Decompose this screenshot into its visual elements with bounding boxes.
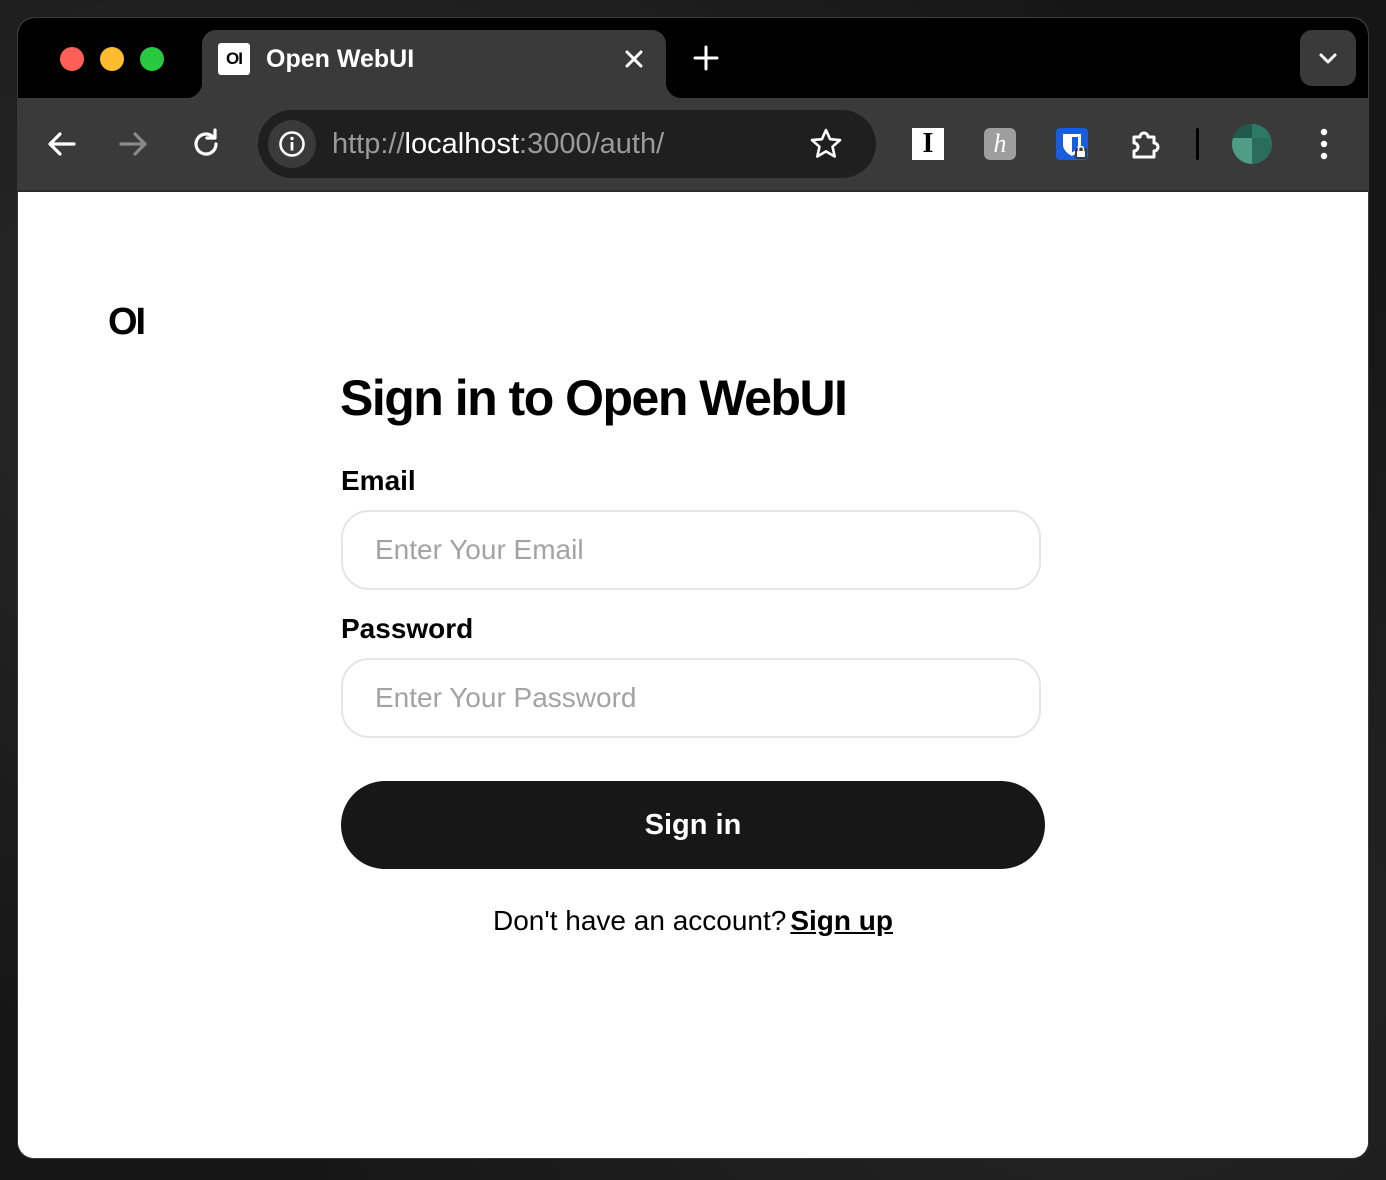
star-icon[interactable]: [808, 126, 844, 162]
url-path: :3000/auth/: [519, 128, 665, 160]
reload-icon[interactable]: [186, 124, 226, 164]
tab-title: Open WebUI: [266, 45, 415, 73]
hypothesis-extension-icon[interactable]: h: [984, 128, 1016, 160]
url-host: localhost: [404, 128, 520, 160]
open-webui-logo: OI: [108, 301, 146, 343]
forward-arrow-icon[interactable]: [113, 124, 153, 164]
browser-toolbar: http://localhost:3000/auth/ I h: [18, 98, 1368, 192]
chevron-down-icon: [1319, 53, 1337, 64]
profile-avatar[interactable]: [1232, 124, 1272, 164]
close-icon[interactable]: [620, 45, 648, 73]
info-icon: [279, 131, 305, 157]
browser-window: OI Open WebUI http://localhost:3000/auth…: [18, 18, 1368, 1158]
maximize-window-button[interactable]: [140, 47, 164, 71]
kebab-menu-icon[interactable]: [1308, 124, 1340, 164]
url-text[interactable]: http://localhost:3000/auth/: [332, 126, 664, 162]
email-field[interactable]: [341, 510, 1041, 590]
close-window-button[interactable]: [60, 47, 84, 71]
page-content: OI Sign in to Open WebUI Email Password …: [18, 192, 1368, 1158]
tab-favicon: OI: [218, 43, 250, 75]
password-label: Password: [341, 613, 474, 644]
address-bar[interactable]: http://localhost:3000/auth/: [258, 110, 876, 178]
tab-search-button[interactable]: [1300, 30, 1356, 86]
instapaper-extension-icon[interactable]: I: [912, 128, 944, 160]
site-info-button[interactable]: [268, 120, 316, 168]
signup-prompt-text: Don't have an account?: [493, 905, 787, 936]
back-arrow-icon[interactable]: [42, 124, 82, 164]
password-field[interactable]: [341, 658, 1041, 738]
tab-open-webui[interactable]: OI Open WebUI: [186, 30, 682, 98]
bitwarden-extension-icon[interactable]: [1056, 128, 1088, 160]
tab-strip: OI Open WebUI: [18, 18, 1368, 98]
puzzle-icon[interactable]: [1128, 126, 1164, 162]
url-scheme: http://: [332, 128, 405, 160]
plus-icon[interactable]: [690, 42, 722, 74]
minimize-window-button[interactable]: [100, 47, 124, 71]
email-label: Email: [341, 465, 416, 496]
signup-prompt-line: Don't have an account? Sign up: [341, 902, 1045, 940]
sign-in-button[interactable]: Sign in: [341, 781, 1045, 869]
sign-up-link[interactable]: Sign up: [790, 905, 893, 936]
toolbar-divider: [1196, 128, 1199, 160]
page-title: Sign in to Open WebUI: [340, 370, 848, 426]
